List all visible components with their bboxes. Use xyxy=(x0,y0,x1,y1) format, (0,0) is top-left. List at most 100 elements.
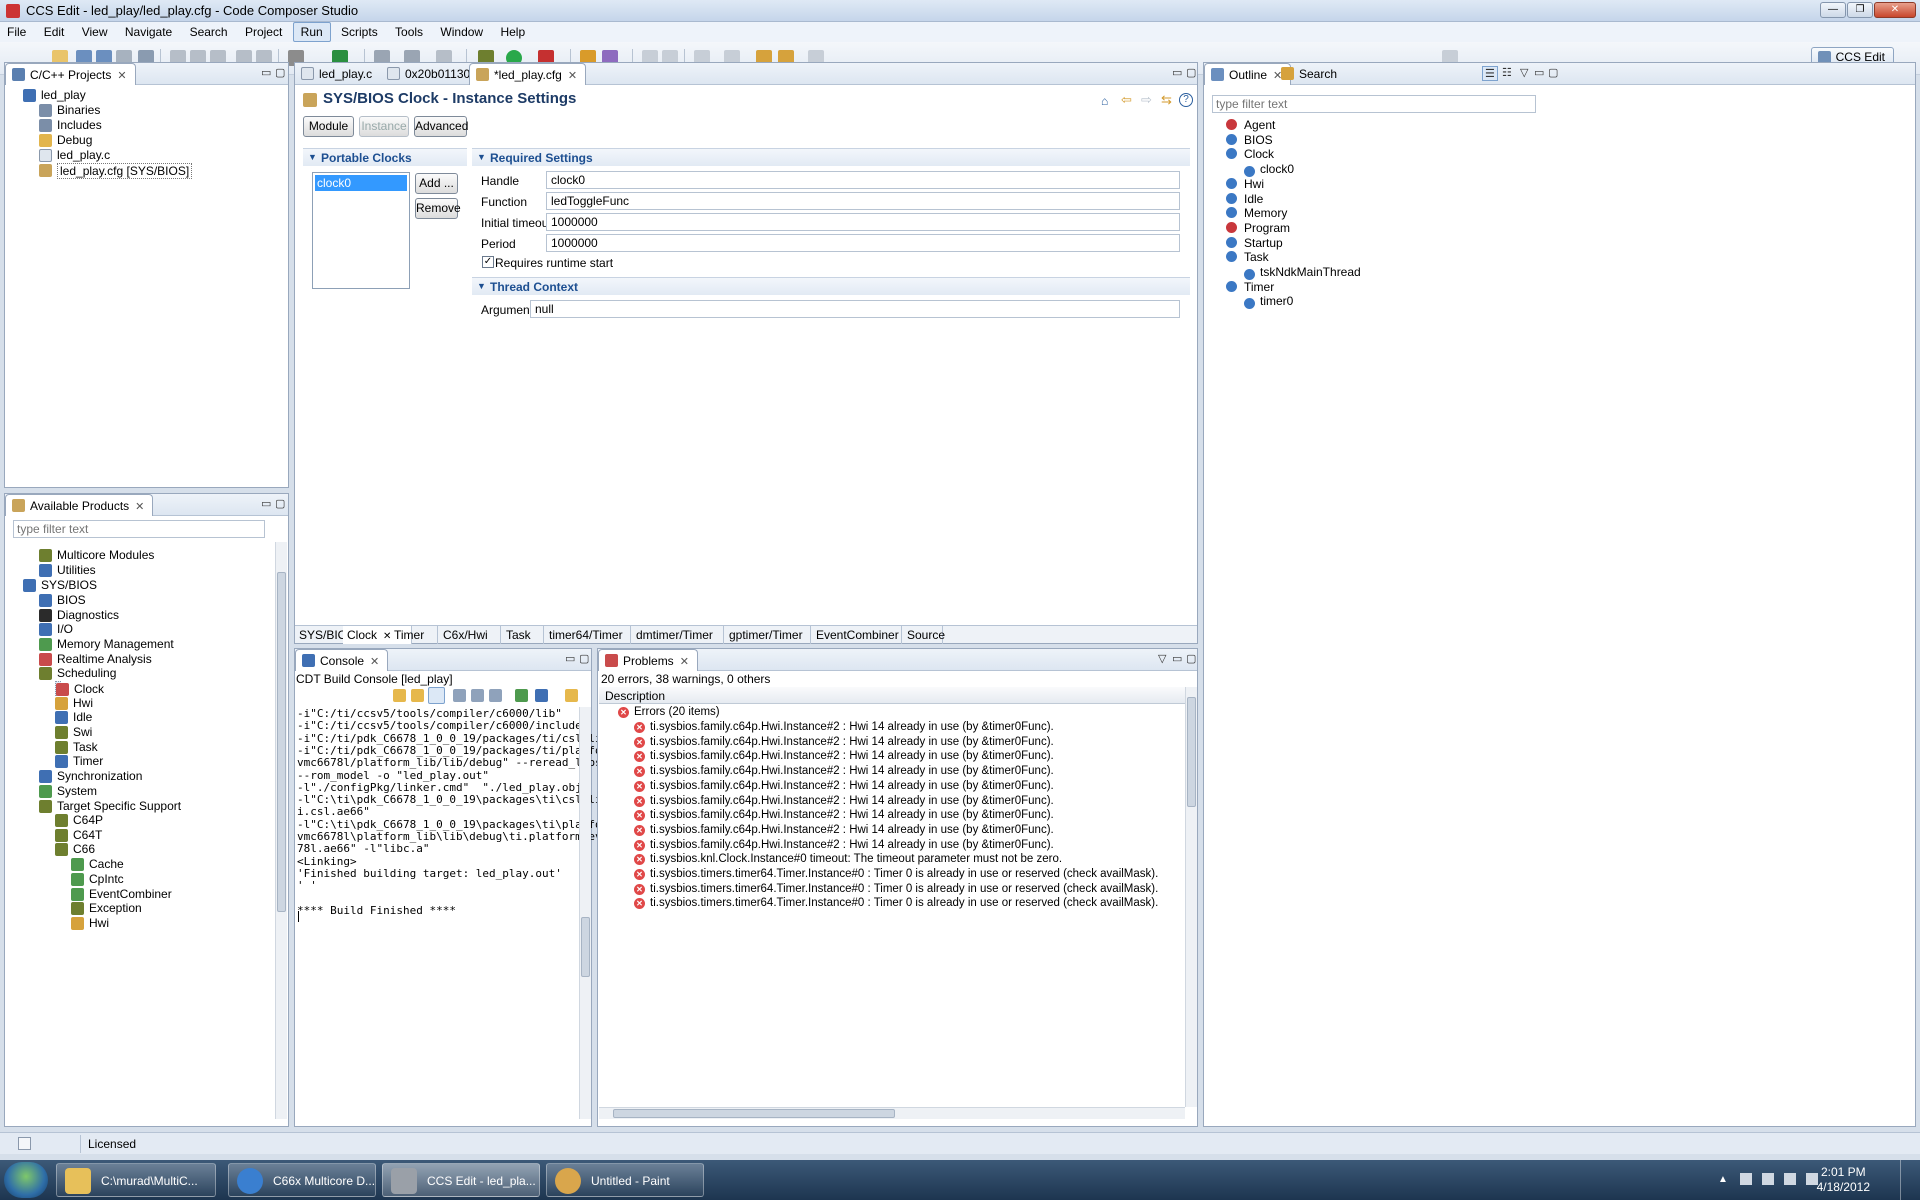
function-field[interactable] xyxy=(546,192,1180,210)
editor-tab-address[interactable]: 0x20b01130 xyxy=(381,63,478,85)
maximize-view-icon[interactable]: ▢ xyxy=(275,497,285,510)
tray-expand-icon[interactable]: ▲ xyxy=(1718,1174,1728,1185)
start-button[interactable] xyxy=(4,1162,48,1198)
network-icon[interactable] xyxy=(1762,1173,1774,1185)
menu-file[interactable]: File xyxy=(0,23,33,43)
problem-row[interactable]: ✕ ti.sysbios.timers.timer64.Timer.Instanc… xyxy=(634,897,1158,912)
scroll-thumb[interactable] xyxy=(613,1109,895,1118)
menu-window[interactable]: Window xyxy=(433,23,490,43)
minimize-view-icon[interactable]: ▭ xyxy=(261,66,271,79)
add-clock-button[interactable]: Add ... xyxy=(415,173,458,194)
outline-mode-icon[interactable]: ☷ xyxy=(1502,66,1512,79)
pin-console-icon[interactable] xyxy=(471,689,484,702)
problems-scrollbar-vertical[interactable] xyxy=(1185,687,1197,1107)
minimize-view-icon[interactable]: ▭ xyxy=(1534,66,1544,79)
period-field[interactable] xyxy=(546,234,1180,252)
taskbar-clock[interactable]: 2:01 PM 4/18/2012 xyxy=(1817,1165,1870,1195)
minimize-view-icon[interactable]: ▭ xyxy=(1172,66,1182,79)
required-settings-header[interactable]: ▼ Required Settings xyxy=(472,148,1190,166)
instance-button[interactable]: Instance xyxy=(359,116,409,137)
problem-row[interactable]: ✕ ti.sysbios.family.c64p.Hwi.Instance#2 :… xyxy=(634,809,1054,824)
problem-row[interactable]: ✕ ti.sysbios.family.c64p.Hwi.Instance#2 :… xyxy=(634,795,1054,810)
errors-group[interactable]: ✕ Errors (20 items) xyxy=(618,706,720,721)
menu-project[interactable]: Project xyxy=(238,23,289,43)
close-icon[interactable]: ✕ xyxy=(680,656,689,668)
tree-mode-icon[interactable]: ☰ xyxy=(1482,66,1498,81)
module-button[interactable]: Module xyxy=(303,116,354,137)
taskbar-item-ccs[interactable]: CCS Edit - led_pla... xyxy=(382,1163,540,1197)
close-icon[interactable]: ✕ xyxy=(117,70,126,82)
maximize-view-icon[interactable]: ▢ xyxy=(1186,66,1196,79)
tab-problems[interactable]: Problems ✕ xyxy=(598,649,698,671)
console-scrollbar[interactable] xyxy=(579,707,591,1119)
close-icon[interactable]: ✕ xyxy=(370,656,379,668)
remove-console-icon[interactable] xyxy=(489,689,502,702)
remove-clock-button[interactable]: Remove xyxy=(415,198,461,219)
forward-arrow-icon[interactable]: ⇨ xyxy=(1141,92,1152,108)
products-item[interactable]: Clock xyxy=(55,681,104,696)
thread-context-header[interactable]: ▼ Thread Context xyxy=(472,277,1190,295)
sync-icon[interactable]: ⇆ xyxy=(1161,92,1172,108)
editor-tab-led-play-cfg[interactable]: *led_play.cfg ✕ xyxy=(469,63,587,85)
menu-run[interactable]: Run xyxy=(292,22,331,42)
products-filter-input[interactable] xyxy=(13,520,265,538)
problem-row[interactable]: ✕ ti.sysbios.family.c64p.Hwi.Instance#2 :… xyxy=(634,780,1054,795)
advanced-button[interactable]: Advanced xyxy=(414,116,468,137)
menu-scripts[interactable]: Scripts xyxy=(334,23,385,43)
scroll-down-icon[interactable] xyxy=(393,689,406,702)
tab-dmtimer[interactable]: dmtimer/Timer xyxy=(632,626,724,644)
editor-tab-led-play-c[interactable]: led_play.c xyxy=(295,63,380,85)
problems-scrollbar-horizontal[interactable] xyxy=(599,1107,1185,1119)
problem-row[interactable]: ✕ ti.sysbios.family.c64p.Hwi.Instance#2 :… xyxy=(634,839,1054,854)
description-column-header[interactable]: Description xyxy=(599,687,1185,704)
restore-button[interactable]: ❐ xyxy=(1847,2,1873,18)
problem-row[interactable]: ✕ ti.sysbios.family.c64p.Hwi.Instance#2 :… xyxy=(634,736,1054,751)
tab-task[interactable]: Task xyxy=(502,626,544,644)
menu-help[interactable]: Help xyxy=(493,23,532,43)
tab-timer64[interactable]: timer64/Timer xyxy=(545,626,631,644)
taskbar-item-paint[interactable]: Untitled - Paint xyxy=(546,1163,704,1197)
problem-row[interactable]: ✕ ti.sysbios.timers.timer64.Timer.Instanc… xyxy=(634,868,1158,883)
view-menu-icon[interactable]: ▽ xyxy=(1158,652,1166,665)
menu-search[interactable]: Search xyxy=(183,23,235,43)
minimize-button[interactable]: — xyxy=(1820,2,1846,18)
tab-search[interactable]: Search xyxy=(1275,63,1345,85)
maximize-view-icon[interactable]: ▢ xyxy=(1548,66,1558,79)
problem-row[interactable]: ✕ ti.sysbios.family.c64p.Hwi.Instance#2 :… xyxy=(634,824,1054,839)
scroll-thumb[interactable] xyxy=(1187,697,1196,807)
close-button[interactable]: ✕ xyxy=(1874,2,1916,18)
display-icon[interactable] xyxy=(1784,1173,1796,1185)
open-console-icon[interactable] xyxy=(515,689,528,702)
products-scrollbar[interactable] xyxy=(275,542,287,1119)
minimize-view-icon[interactable]: ▭ xyxy=(1172,652,1182,665)
minimize-view-icon[interactable]: ▭ xyxy=(565,652,575,665)
runtime-start-checkbox[interactable]: ✓ xyxy=(482,256,494,268)
tab-console[interactable]: Console ✕ xyxy=(295,649,389,671)
initial-timeout-field[interactable] xyxy=(546,213,1180,231)
tab-gptimer[interactable]: gptimer/Timer xyxy=(725,626,811,644)
problem-row[interactable]: ✕ ti.sysbios.family.c64p.Hwi.Instance#2 :… xyxy=(634,721,1054,736)
problem-row[interactable]: ✕ ti.sysbios.family.c64p.Hwi.Instance#2 :… xyxy=(634,750,1054,765)
home-icon[interactable]: ⌂ xyxy=(1101,94,1108,108)
scroll-up-icon[interactable] xyxy=(411,689,424,702)
problem-row[interactable]: ✕ ti.sysbios.timers.timer64.Timer.Instanc… xyxy=(634,883,1158,898)
problem-row[interactable]: ✕ ti.sysbios.family.c64p.Hwi.Instance#2 :… xyxy=(634,765,1054,780)
scroll-lock-icon[interactable] xyxy=(428,687,445,704)
argument-field[interactable] xyxy=(530,300,1180,318)
flag-icon[interactable] xyxy=(1740,1173,1752,1185)
tab-eventcombiner[interactable]: EventCombiner xyxy=(812,626,902,644)
close-icon[interactable]: ✕ xyxy=(135,501,144,513)
tab-c6x-hwi[interactable]: C6x/Hwi xyxy=(439,626,501,644)
portable-clocks-header[interactable]: ▼ Portable Clocks xyxy=(303,148,467,166)
show-desktop-button[interactable] xyxy=(1900,1160,1916,1200)
back-arrow-icon[interactable]: ⇦ xyxy=(1121,92,1132,108)
minimize-view-icon[interactable]: ▭ xyxy=(261,497,271,510)
menu-tools[interactable]: Tools xyxy=(388,23,430,43)
handle-field[interactable] xyxy=(546,171,1180,189)
tab-available-products[interactable]: Available Products ✕ xyxy=(5,494,154,516)
view-menu-icon[interactable]: ▽ xyxy=(1520,66,1528,79)
fast-view-icon[interactable] xyxy=(18,1137,31,1150)
menu-view[interactable]: View xyxy=(75,23,115,43)
scroll-thumb[interactable] xyxy=(581,917,590,977)
tab-projects[interactable]: C/C++ Projects ✕ xyxy=(5,63,136,85)
